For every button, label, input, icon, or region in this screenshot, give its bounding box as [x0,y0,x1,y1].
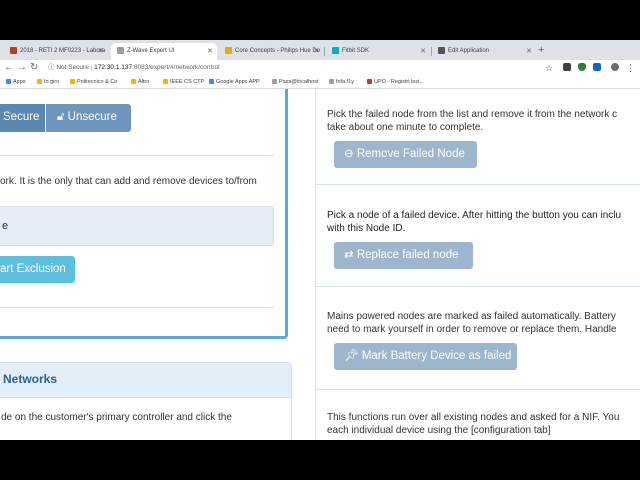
remove-failed-description-2: take about one minute to complete. [327,122,484,133]
letterbox-bottom [0,440,640,480]
folder-icon [131,79,136,85]
battery-description-2: need to mark yourself in order to remove… [327,324,617,335]
mark-battery-failed-button[interactable]: 📌︎ Mark Battery Device as failed [334,343,517,370]
tab-favicon-icon [332,46,339,54]
battery-description-1: Mains powered nodes are marked as failed… [327,311,616,322]
apps-grid-icon [6,79,11,85]
shield-extension-icon[interactable] [578,63,586,71]
bookmark-favicon-icon [209,79,214,85]
tab-fitbit-sdk[interactable]: Fitbit SDK ✕ [326,43,430,60]
new-tab-button[interactable]: + [538,43,544,58]
bookmark-folder[interactable]: Altro [131,76,149,88]
networks-panel: Networks de on the customer's primary co… [0,362,292,440]
bookmark-star-icon[interactable]: ☆ [545,61,553,75]
unsecure-label: Unsecure [67,111,117,123]
divider [316,184,640,185]
url-host: 172.30.1.137 [94,64,133,71]
replace-failed-description-2: with this Node ID. [327,223,406,234]
letterbox-top [0,0,640,40]
divider [316,286,640,287]
tab-label: Z-Wave Expert UI [127,48,175,54]
tab-label: Fitbit SDK [342,48,370,54]
browser-chrome: 2018 - RETI 2 MF0223 - Labora ✕ Z-Wave Ex… [0,40,640,89]
bookmark-folder[interactable]: In giro [37,76,59,88]
unsecure-button[interactable]: 🔓︎ Unsecure [46,104,131,132]
back-icon[interactable]: ← [4,61,14,75]
tab-reti[interactable]: 2018 - RETI 2 MF0223 - Labora ✕ [4,43,108,60]
start-exclusion-button[interactable]: art Exclusion [0,256,75,283]
tab-label: Edit Application [448,48,490,54]
exchange-icon: ⇄ [344,249,354,261]
divider [316,389,640,390]
networks-title: Networks [3,372,58,386]
bookmark-folder[interactable]: Politecnico & Co [70,76,117,88]
tab-edit-application[interactable]: Edit Application ✕ [432,43,536,60]
status-field: e [0,206,274,246]
close-icon[interactable]: ✕ [313,43,319,60]
folder-icon [163,79,168,85]
bookmark-favicon-icon [367,79,372,85]
bookmark-folder[interactable]: IEEE CS CTP [163,76,204,88]
bookmark-upo[interactable]: UPO - Registri lezi... [367,76,424,88]
pin-icon: 📌︎ [344,350,359,362]
tab-favicon-icon [438,46,445,54]
remove-failed-description-1: Pick the failed node from the list and r… [327,109,618,120]
bookmarks-bar: Apps In giro Politecnico & Co Altro IEEE… [0,76,640,89]
extension-icon[interactable] [563,63,571,71]
bookmark-apps[interactable]: Apps [6,76,26,88]
networks-description: de on the customer's primary controller … [1,412,232,423]
extension-icon[interactable] [593,63,601,71]
folder-icon [70,79,75,85]
nif-description-1: This functions run over all existing nod… [327,412,620,423]
mark-battery-failed-label: Mark Battery Device as failed [361,350,512,362]
close-icon[interactable]: ✕ [526,43,532,60]
controller-description: ork. It is the only that can add and rem… [0,176,257,187]
bookmark-google-apps[interactable]: Google Apps APP [209,76,260,88]
tab-favicon-icon [10,46,17,54]
tab-divider [324,47,325,56]
menu-kebab-icon[interactable]: ⋮ [626,61,635,75]
replace-failed-node-label: Replace failed node [356,249,459,261]
reload-icon[interactable]: ↻ [30,61,38,75]
page-content: Secure 🔓︎ Unsecure ork. It is the only t… [0,89,640,440]
secure-button[interactable]: Secure [0,104,45,132]
tab-zwave-expert[interactable]: Z-Wave Expert UI ✕ [111,43,217,60]
minus-circle-icon: ⊖ [344,148,354,160]
divider [0,155,275,156]
tab-label: 2018 - RETI 2 MF0223 - Labora [20,48,106,54]
replace-failed-node-button[interactable]: ⇄ Replace failed node [334,242,473,269]
nif-description-2: each individual device using the [config… [327,425,551,436]
tab-strip: 2018 - RETI 2 MF0223 - Labora ✕ Z-Wave Ex… [0,40,640,60]
bookmark-favicon-icon [329,79,334,85]
remove-failed-node-button[interactable]: ⊖ Remove Failed Node [334,141,477,168]
security-label: Not Secure [56,64,89,71]
close-icon[interactable]: ✕ [420,43,426,60]
status-field-text: e [2,220,9,232]
tab-favicon-icon [225,46,232,54]
close-icon[interactable]: ✕ [207,43,213,60]
remove-failed-node-label: Remove Failed Node [356,148,465,160]
profile-avatar-icon[interactable] [611,63,619,71]
divider [0,307,275,308]
address-toolbar: ← → ↻ ⓘ Not Secure | 172.30.1.137:8083/e… [0,60,640,76]
bookmark-pass[interactable]: Pass@localhost [272,76,319,88]
security-warning-icon[interactable]: ⓘ [48,64,55,71]
bookmark-fofa[interactable]: fofa.f1y [329,76,354,88]
url-path: :8083/expert/#/network/control [132,64,220,71]
folder-icon [37,79,42,85]
unlock-icon: 🔓︎ [57,111,65,123]
networks-panel-header: Networks [0,363,291,398]
close-icon[interactable]: ✕ [98,43,104,60]
network-maintenance-panel: Pick the failed node from the list and r… [315,89,640,440]
address-bar[interactable]: ⓘ Not Secure | 172.30.1.137:8083/expert/… [48,63,220,73]
forward-icon[interactable]: → [17,61,27,75]
controller-panel: Secure 🔓︎ Unsecure ork. It is the only t… [0,89,288,339]
bookmark-favicon-icon [272,79,277,85]
tab-label: Core Concepts - Philips Hue De [235,48,321,54]
replace-failed-description-1: Pick a node of a failed device. After hi… [327,210,622,221]
tab-philips-hue[interactable]: Core Concepts - Philips Hue De ✕ [219,43,323,60]
tab-favicon-icon [117,46,124,54]
